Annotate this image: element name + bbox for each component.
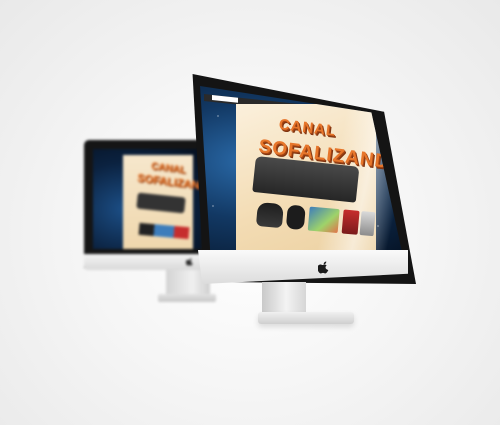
back-website: CANAL SOFALIZANDO: [123, 155, 201, 249]
front-monitor-foot: [258, 312, 354, 324]
back-monitor-foot: [158, 294, 216, 302]
accessory-product: [359, 211, 376, 237]
controller-product: [285, 204, 306, 231]
product-mockup-scene: CANAL SOFALIZANDO CANAL SOFALIZANDO: [0, 0, 500, 425]
game-screenshot-product: [307, 206, 340, 234]
apple-logo-icon: [318, 261, 329, 274]
game-box-product: [341, 209, 360, 235]
back-sofa: [136, 192, 186, 214]
back-brand-line2: SOFALIZANDO: [136, 172, 201, 194]
apple-logo-icon: [186, 257, 193, 266]
front-monitor-stand: [262, 282, 306, 316]
back-products: [138, 222, 190, 240]
gamepad-product: [255, 202, 284, 229]
back-monitor-screen: CANAL SOFALIZANDO: [93, 149, 201, 249]
